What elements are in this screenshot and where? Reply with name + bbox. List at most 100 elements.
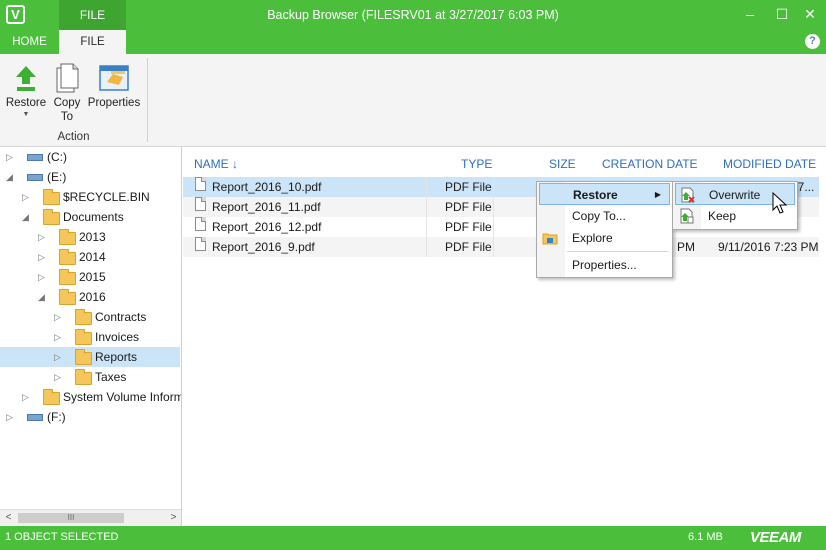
column-divider [426, 177, 427, 257]
menu-item-label: Restore [573, 188, 618, 202]
tree-node-2013[interactable]: ▷ 2013 [0, 227, 180, 247]
title-bar: V FILE TOOLS Backup Browser (FILESRV01 a… [0, 0, 826, 52]
menu-item-label: Explore [572, 231, 613, 245]
submenu-arrow-icon: ▶ [654, 190, 661, 199]
status-bar: 1 OBJECT SELECTED 6.1 MB VEEAM [0, 526, 826, 550]
restore-button[interactable]: Restore ▼ [2, 60, 50, 120]
properties-button[interactable]: Properties [86, 60, 142, 110]
copy-to-label-line2: To [60, 111, 74, 123]
tab-home[interactable]: HOME [0, 30, 59, 54]
collapse-icon[interactable]: ◢ [38, 287, 48, 307]
copy-to-button[interactable]: Copy To [50, 60, 84, 124]
help-icon[interactable]: ? [805, 34, 820, 49]
expand-icon[interactable]: ▷ [38, 227, 48, 247]
close-button[interactable]: ✕ [800, 4, 820, 24]
minimize-button[interactable]: – [740, 4, 760, 24]
tree-node-label: 2016 [79, 290, 106, 304]
tree-node-2015[interactable]: ▷ 2015 [0, 267, 180, 287]
folder-icon [75, 349, 92, 365]
folder-icon [59, 269, 76, 285]
tree-node-label: 2015 [79, 270, 106, 284]
restore-arrow-icon [16, 66, 36, 91]
copy-documents-icon [56, 63, 79, 93]
ribbon-group-divider [147, 58, 148, 142]
expand-icon[interactable]: ▷ [54, 367, 64, 387]
expand-icon[interactable]: ▷ [54, 327, 64, 347]
overwrite-icon [681, 187, 695, 203]
collapse-icon[interactable]: ◢ [22, 207, 32, 227]
tree-node-recycle-bin[interactable]: ▷ $RECYCLE.BIN [0, 187, 180, 207]
drive-icon [27, 174, 43, 181]
tree-node-taxes[interactable]: ▷ Taxes [0, 367, 180, 387]
folder-icon [75, 369, 92, 385]
menu-item-copy-to[interactable]: Copy To... [539, 205, 670, 227]
veeam-brand-logo: VEEAM [750, 529, 801, 546]
context-menu: Restore ▶ Copy To... Explore Properties.… [536, 181, 673, 278]
restore-button-label: Restore [5, 97, 47, 109]
tree-node-label: Taxes [95, 370, 127, 384]
folder-icon [43, 389, 60, 405]
menu-item-label: Keep [708, 209, 737, 223]
selection-status: 1 OBJECT SELECTED [5, 531, 119, 543]
file-type: PDF File [445, 240, 492, 254]
expand-icon[interactable]: ▷ [38, 267, 48, 287]
tree-node-contracts[interactable]: ▷ Contracts [0, 307, 180, 327]
expand-icon[interactable]: ▷ [22, 187, 32, 207]
tree-node-label: Contracts [95, 310, 147, 324]
expand-icon[interactable]: ▷ [54, 307, 64, 327]
tree-node-drive-c[interactable]: ▷ (C:) [0, 147, 180, 167]
collapse-icon[interactable]: ◢ [6, 167, 16, 187]
scroll-right-icon[interactable]: > [165, 510, 181, 526]
tree-node-label: (C:) [47, 150, 67, 164]
pdf-file-icon [195, 177, 206, 191]
expand-icon[interactable]: ▷ [6, 407, 16, 427]
maximize-button[interactable]: ☐ [772, 4, 792, 24]
file-type: PDF File [445, 200, 492, 214]
tree-node-label: Documents [63, 210, 124, 224]
folder-icon [75, 309, 92, 325]
menu-item-label: Overwrite [709, 188, 761, 202]
tree-node-label: $RECYCLE.BIN [63, 190, 150, 204]
tree-node-2014[interactable]: ▷ 2014 [0, 247, 180, 267]
tree-node-drive-f[interactable]: ▷ (F:) [0, 407, 180, 427]
tree-node-label: System Volume Inform [63, 390, 182, 404]
mouse-cursor-icon [772, 192, 788, 214]
ribbon-panel: Restore ▼ Copy To Properties Action [0, 54, 826, 147]
scroll-left-icon[interactable]: < [0, 510, 17, 526]
pdf-file-icon [195, 237, 206, 251]
tree-node-system-volume-information[interactable]: ▷ System Volume Inform [0, 387, 182, 407]
expand-icon[interactable]: ▷ [22, 387, 32, 407]
menu-item-label: Copy To... [572, 209, 626, 223]
column-header-name[interactable]: NAME ↓ [194, 157, 238, 171]
pdf-file-icon [195, 217, 206, 231]
tree-node-invoices[interactable]: ▷ Invoices [0, 327, 180, 347]
folder-icon [43, 189, 60, 205]
file-type: PDF File [445, 180, 492, 194]
column-header-creation-date[interactable]: CREATION DATE [602, 157, 698, 171]
menu-item-properties[interactable]: Properties... [539, 254, 670, 276]
scrollbar-thumb[interactable]: III [18, 513, 124, 523]
tree-horizontal-scrollbar[interactable]: < III > [0, 509, 181, 526]
tree-node-documents[interactable]: ◢ Documents [0, 207, 180, 227]
menu-item-label: Properties... [572, 258, 637, 272]
expand-icon[interactable]: ▷ [38, 247, 48, 267]
menu-item-explore[interactable]: Explore [539, 227, 670, 249]
expand-icon[interactable]: ▷ [54, 347, 64, 367]
column-header-type[interactable]: TYPE [461, 157, 492, 171]
column-header-modified-date[interactable]: MODIFIED DATE [723, 157, 816, 171]
file-type: PDF File [445, 220, 492, 234]
tree-node-label: (E:) [47, 170, 67, 184]
sort-descending-icon: ↓ [232, 157, 239, 171]
properties-icon [99, 65, 129, 91]
tree-node-reports[interactable]: ▷ Reports [0, 347, 180, 367]
tree-node-label: 2014 [79, 250, 106, 264]
menu-item-restore[interactable]: Restore ▶ [539, 183, 670, 205]
file-row[interactable]: Report_2016_9.pdf PDF File PM 9/11/2016 … [183, 237, 819, 257]
expand-icon[interactable]: ▷ [6, 147, 16, 167]
tree-node-2016[interactable]: ◢ 2016 [0, 287, 180, 307]
tree-node-drive-e[interactable]: ◢ (E:) [0, 167, 180, 187]
keep-icon [680, 208, 694, 224]
menu-separator [567, 251, 669, 252]
column-header-size[interactable]: SIZE [549, 157, 576, 171]
tab-file[interactable]: FILE [59, 30, 126, 54]
